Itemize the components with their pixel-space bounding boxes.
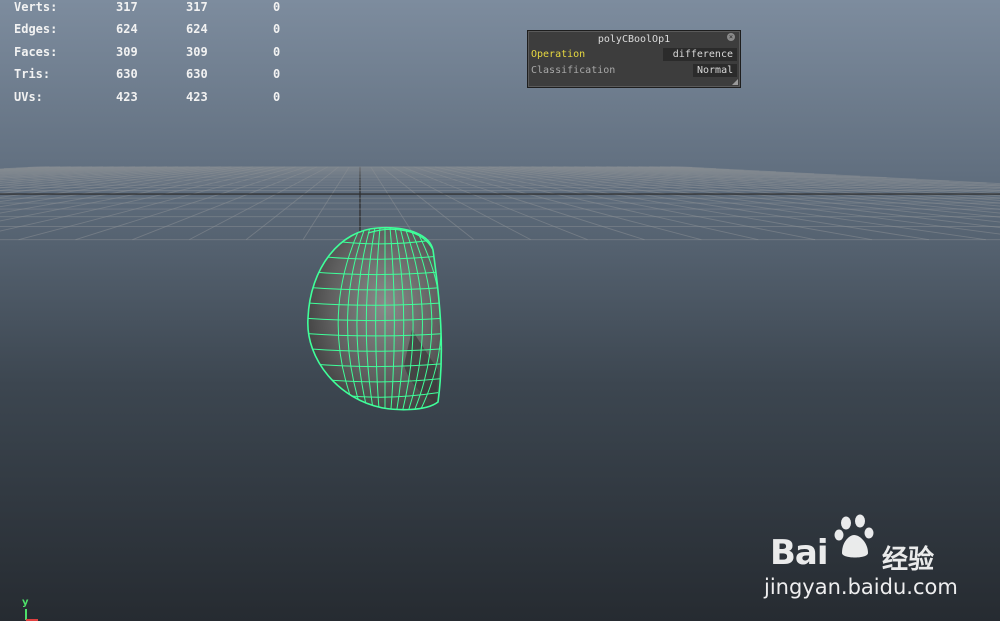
classification-dropdown[interactable]: Normal [693,64,737,77]
hud-value: 630 [116,67,138,81]
hud-label: UVs: [14,90,43,104]
boolean-sphere-mesh[interactable] [302,221,473,415]
hud-value: 624 [116,22,138,36]
ground-grid [0,166,1000,241]
3d-viewport[interactable]: Verts: 317 317 0 Edges: 624 624 0 Faces:… [0,0,1000,621]
baidu-paw-logo-icon [834,514,874,558]
hud-value: 317 [186,0,208,14]
hud-label: Edges: [14,22,58,36]
hud-value: 317 [116,0,138,14]
attribute-name: Operation [531,49,586,60]
hud-label: Tris: [14,67,51,81]
attribute-row-classification[interactable]: Classification Normal [531,64,737,78]
hud-value: 423 [186,90,208,104]
watermark-brand-cjk: 经验 [882,545,935,575]
watermark-url: jingyan.baidu.com [764,575,958,599]
axis-gizmo-icon [25,609,38,621]
watermark-brand-text: Bai [770,533,829,573]
hud-value: 309 [116,45,138,59]
hud-value: 624 [186,22,208,36]
hud-value: 0 [273,67,281,81]
hud-value: 0 [273,22,281,36]
hud-value: 423 [116,90,138,104]
operation-dropdown[interactable]: difference [663,48,737,61]
attribute-panel-title: polyCBoolOp1 [597,34,671,45]
baidu-jingyan-watermark: Bai 经验 jingyan.baidu.com [760,513,960,603]
hud-value: 0 [273,45,281,59]
attribute-name: Classification [531,65,616,76]
hud-value: 309 [186,45,208,59]
resize-grip-icon[interactable] [732,79,738,85]
hud-value: 0 [273,90,281,104]
close-icon[interactable]: × [727,33,735,41]
hud-value: 0 [273,0,281,14]
axis-y-label: y [22,597,29,608]
hud-label: Faces: [14,45,58,59]
hud-label: Verts: [14,0,58,14]
hud-value: 630 [186,67,208,81]
in-view-attribute-editor[interactable]: polyCBoolOp1 × Operation difference Clas… [527,30,741,88]
attribute-row-operation[interactable]: Operation difference [531,48,737,62]
